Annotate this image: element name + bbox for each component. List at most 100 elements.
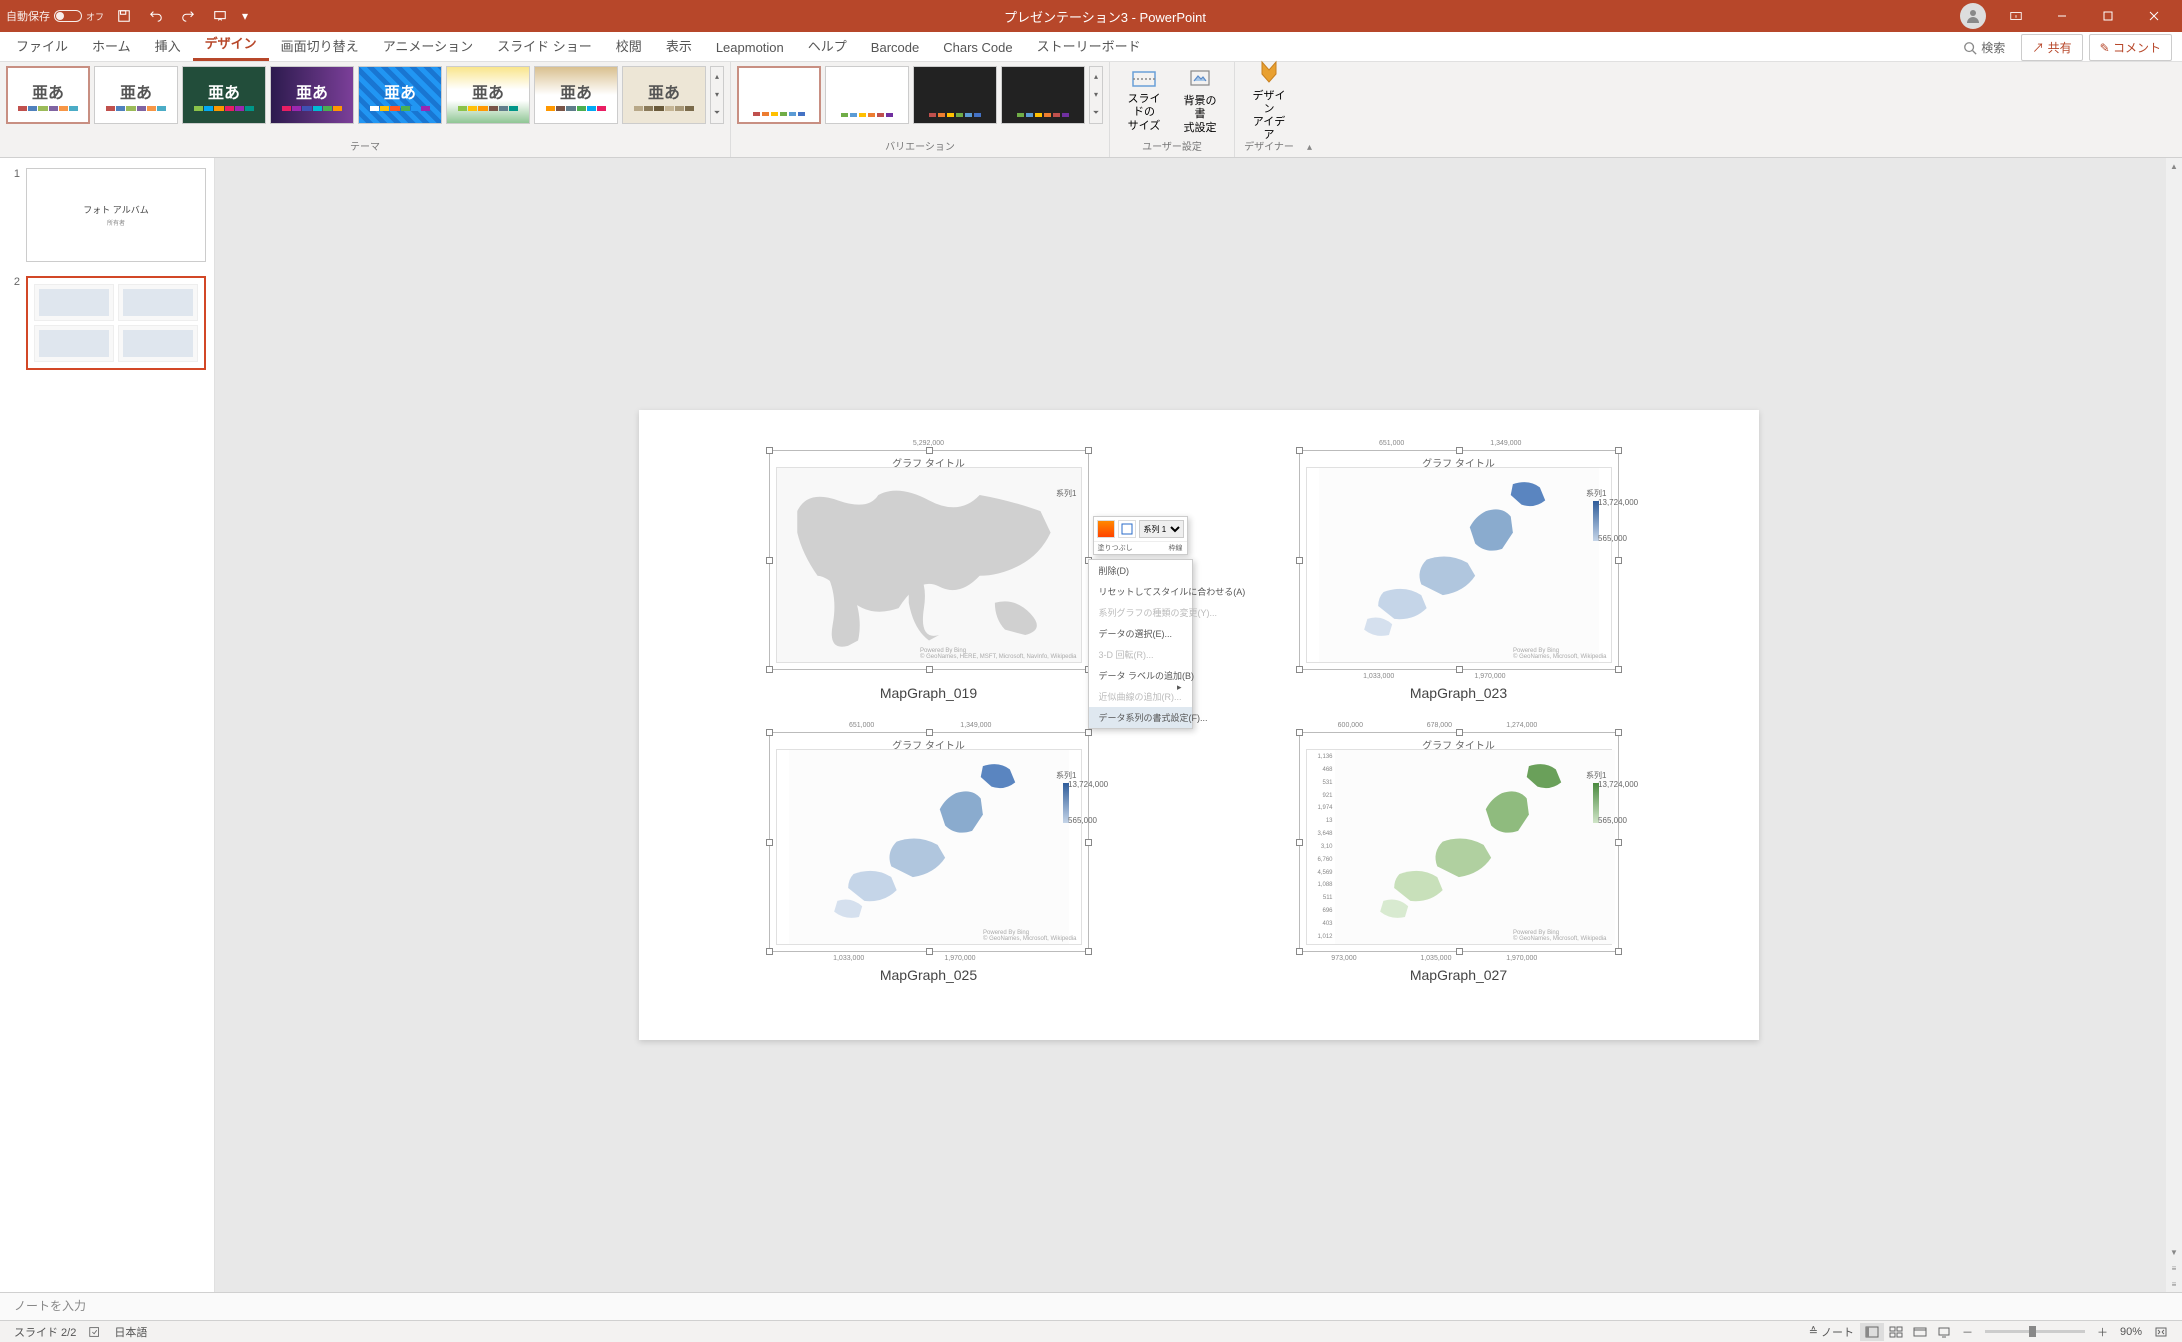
- theme-item[interactable]: 亜あ: [270, 66, 354, 124]
- save-icon[interactable]: [112, 4, 136, 28]
- design-ideas-button[interactable]: デザイン アイデア: [1241, 66, 1297, 136]
- slideshow-view-icon[interactable]: [1932, 1323, 1956, 1341]
- share-button[interactable]: ↗ 共有: [2021, 34, 2082, 61]
- variant-item[interactable]: [913, 66, 997, 124]
- notes-toggle[interactable]: ≙ ノート: [1803, 1322, 1860, 1342]
- search-field[interactable]: 検索: [1953, 35, 2015, 60]
- window-title: プレゼンテーション3 - PowerPoint: [250, 7, 1960, 26]
- format-background-button[interactable]: 背景の書 式設定: [1172, 66, 1228, 136]
- variant-item[interactable]: [825, 66, 909, 124]
- language-status[interactable]: 日本語: [108, 1322, 153, 1342]
- slide-counter[interactable]: スライド 2/2: [8, 1322, 82, 1342]
- tab-file[interactable]: ファイル: [4, 30, 80, 61]
- qat-dropdown-icon[interactable]: ▾: [240, 4, 250, 28]
- slide-editor[interactable]: 5,292,000 グラフ タイトル 系列1: [215, 158, 2182, 1292]
- maximize-button[interactable]: [2086, 0, 2130, 32]
- slide-thumbnail[interactable]: フォト アルバム 所有者: [26, 168, 206, 262]
- ctx-delete[interactable]: 削除(D): [1089, 560, 1192, 581]
- chart-object[interactable]: 651,000 1,349,000 グラフ タイトル 系列1: [769, 732, 1089, 952]
- chart-object[interactable]: 5,292,000 グラフ タイトル 系列1: [769, 450, 1089, 670]
- outline-color-icon[interactable]: [1118, 520, 1136, 538]
- close-button[interactable]: [2132, 0, 2176, 32]
- autosave-toggle[interactable]: 自動保存 オフ: [6, 8, 104, 24]
- variant-item[interactable]: [1001, 66, 1085, 124]
- undo-icon[interactable]: [144, 4, 168, 28]
- thumb-number: 1: [8, 168, 20, 262]
- context-menu: 削除(D) リセットしてスタイルに合わせる(A) 系列グラフの種類の変更(Y).…: [1088, 559, 1193, 729]
- tab-transitions[interactable]: 画面切り替え: [269, 30, 371, 61]
- scroll-down-icon[interactable]: ▼: [2166, 1244, 2182, 1260]
- scroll-up-icon[interactable]: ▲: [2166, 158, 2182, 174]
- theme-item[interactable]: 亜あ: [358, 66, 442, 124]
- slideshow-start-icon[interactable]: [208, 4, 232, 28]
- tab-home[interactable]: ホーム: [80, 30, 143, 61]
- world-map: [777, 468, 1081, 662]
- theme-item[interactable]: 亜あ: [446, 66, 530, 124]
- vertical-scrollbar[interactable]: ▲ ▼ ≡ ≡: [2166, 158, 2182, 1292]
- variants-group-label: バリエーション: [737, 136, 1103, 155]
- comment-button[interactable]: ✎ コメント: [2089, 34, 2172, 61]
- minimize-button[interactable]: [2040, 0, 2084, 32]
- attribution-text: Powered By Bing © GeoNames, Microsoft, W…: [983, 930, 1076, 942]
- tab-design[interactable]: デザイン: [193, 27, 269, 61]
- notes-pane[interactable]: ノートを入力: [0, 1292, 2182, 1320]
- themes-more-icon[interactable]: ▴▾⏷: [710, 66, 724, 124]
- ctx-trendline: 近似曲線の追加(R)...: [1089, 686, 1192, 707]
- ctx-select-data[interactable]: データの選択(E)...: [1089, 623, 1192, 644]
- reading-view-icon[interactable]: [1908, 1323, 1932, 1341]
- user-avatar[interactable]: [1960, 3, 1986, 29]
- zoom-slider[interactable]: [1985, 1330, 2085, 1333]
- zoom-out-button[interactable]: －: [1956, 1322, 1979, 1342]
- variant-item[interactable]: [737, 66, 821, 124]
- chart-caption: MapGraph_025: [769, 967, 1089, 983]
- zoom-in-button[interactable]: ＋: [2091, 1322, 2114, 1342]
- attribution-text: Powered By Bing © GeoNames, Microsoft, W…: [1513, 930, 1606, 942]
- tab-storyboard[interactable]: ストーリーボード: [1025, 30, 1153, 61]
- spellcheck-icon[interactable]: [82, 1323, 108, 1341]
- tab-review[interactable]: 校閲: [604, 30, 654, 61]
- chart-object[interactable]: 651,000 1,349,000 グラフ タイトル 系列1: [1299, 450, 1619, 670]
- next-slide-icon[interactable]: ≡: [2166, 1276, 2182, 1292]
- redo-icon[interactable]: [176, 4, 200, 28]
- ribbon-collapse-icon[interactable]: ▴: [1303, 138, 1316, 157]
- zoom-level[interactable]: 90%: [2114, 1324, 2148, 1340]
- ribbon-options-icon[interactable]: [1994, 0, 2038, 32]
- sorter-view-icon[interactable]: [1884, 1323, 1908, 1341]
- slide-size-icon: [1130, 69, 1158, 89]
- ctx-format-series[interactable]: データ系列の書式設定(F)...: [1089, 707, 1192, 728]
- normal-view-icon[interactable]: [1860, 1323, 1884, 1341]
- tab-charscode[interactable]: Chars Code: [931, 34, 1024, 61]
- chart-legend: 系列1 13,724,000 565,000: [1586, 770, 1606, 825]
- slide-thumbnails-panel: 1 フォト アルバム 所有者 2: [0, 158, 215, 1292]
- tab-barcode[interactable]: Barcode: [859, 34, 931, 61]
- tab-slideshow[interactable]: スライド ショー: [485, 30, 604, 61]
- chart-caption: MapGraph_019: [769, 685, 1089, 701]
- thumb-number: 2: [8, 276, 20, 370]
- theme-item[interactable]: 亜あ: [622, 66, 706, 124]
- ctx-reset[interactable]: リセットしてスタイルに合わせる(A): [1089, 581, 1192, 602]
- variants-more-icon[interactable]: ▴▾⏷: [1089, 66, 1103, 124]
- chart-object[interactable]: 600,000 678,000 1,274,000 グラフ タイトル 1,136…: [1299, 732, 1619, 952]
- search-icon: [1963, 41, 1977, 55]
- tab-leapmotion[interactable]: Leapmotion: [704, 34, 796, 61]
- theme-item[interactable]: 亜あ: [534, 66, 618, 124]
- japan-map: [1323, 750, 1627, 944]
- tab-insert[interactable]: 挿入: [143, 30, 193, 61]
- prev-slide-icon[interactable]: ≡: [2166, 1260, 2182, 1276]
- tab-view[interactable]: 表示: [654, 30, 704, 61]
- tab-animations[interactable]: アニメーション: [371, 30, 485, 61]
- tab-help[interactable]: ヘルプ: [796, 30, 859, 61]
- chart-caption: MapGraph_023: [1299, 685, 1619, 701]
- ctx-add-labels[interactable]: データ ラベルの追加(B)▸: [1089, 665, 1192, 686]
- theme-item[interactable]: 亜あ: [6, 66, 90, 124]
- slide-size-button[interactable]: スライドの サイズ: [1116, 66, 1172, 136]
- fill-color-icon[interactable]: [1097, 520, 1115, 538]
- series-select[interactable]: 系列 1: [1139, 520, 1184, 538]
- slide-thumbnail[interactable]: [26, 276, 206, 370]
- chart-legend: 系列1 13,724,000 565,000: [1056, 770, 1076, 825]
- theme-item[interactable]: 亜あ: [182, 66, 266, 124]
- slide-canvas[interactable]: 5,292,000 グラフ タイトル 系列1: [639, 410, 1759, 1040]
- designer-group-label: デザイナー: [1241, 136, 1297, 155]
- fit-window-icon[interactable]: [2148, 1324, 2174, 1340]
- theme-item[interactable]: 亜あ: [94, 66, 178, 124]
